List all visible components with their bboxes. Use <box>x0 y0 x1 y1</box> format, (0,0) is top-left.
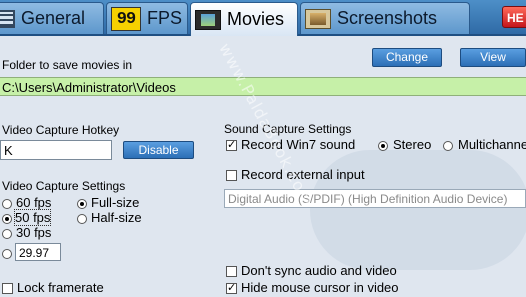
fps-icon: 99 <box>111 6 141 31</box>
lock-framerate-checkbox[interactable] <box>2 283 13 294</box>
fps-50-label: 50 fps <box>13 209 52 226</box>
folder-path-field[interactable]: C:\Users\Administrator\Videos <box>0 77 526 96</box>
tab-bar: General 99 FPS Movies Screenshots HE <box>0 0 526 36</box>
tab-screenshots[interactable]: Screenshots <box>300 2 470 34</box>
fps-30-label: 30 fps <box>16 225 52 240</box>
video-settings-label: Video Capture Settings <box>2 179 126 193</box>
fps-60-radio[interactable] <box>2 199 12 209</box>
hide-cursor-label: Hide mouse cursor in video <box>241 280 399 295</box>
multichannel-label: Multichannel <box>458 137 526 152</box>
multichannel-radio[interactable] <box>443 141 453 151</box>
hotkey-label: Video Capture Hotkey <box>2 123 120 137</box>
hide-cursor-checkbox[interactable] <box>226 281 237 294</box>
tab-fps[interactable]: 99 FPS <box>106 2 188 34</box>
stereo-label: Stereo <box>393 137 432 152</box>
fps-30-radio[interactable] <box>2 229 12 239</box>
half-size-radio[interactable] <box>77 214 87 224</box>
movies-icon <box>195 9 221 30</box>
folder-label: Folder to save movies in <box>2 58 133 72</box>
lock-framerate-label: Lock framerate <box>17 280 104 295</box>
tab-general-label: General <box>21 8 86 28</box>
view-folder-button[interactable]: View <box>460 48 526 67</box>
half-size-label: Half-size <box>91 210 142 225</box>
change-folder-button[interactable]: Change <box>372 48 442 67</box>
tab-fps-label: FPS <box>147 8 183 28</box>
tab-movies-label: Movies <box>227 9 285 29</box>
screenshots-icon <box>305 8 331 29</box>
fps-50-radio[interactable] <box>2 214 12 224</box>
fps-custom-radio[interactable] <box>2 249 12 259</box>
tab-screenshots-label: Screenshots <box>337 8 438 28</box>
dont-sync-label: Don't sync audio and video <box>241 263 397 278</box>
help-button[interactable]: HE <box>502 6 526 28</box>
disable-hotkey-button[interactable]: Disable <box>123 141 194 159</box>
general-icon <box>0 9 15 28</box>
tab-movies[interactable]: Movies <box>190 2 298 36</box>
record-win7-checkbox[interactable] <box>226 138 237 151</box>
full-size-label: Full-size <box>91 195 140 210</box>
fps-60-label: 60 fps <box>16 195 52 210</box>
audio-device-select[interactable]: Digital Audio (S/PDIF) (High Definition … <box>224 189 526 208</box>
hotkey-input[interactable]: K <box>0 140 112 160</box>
tab-general[interactable]: General <box>0 2 104 34</box>
custom-fps-input[interactable]: 29.97 <box>15 243 61 261</box>
sound-settings-label: Sound Capture Settings <box>224 122 352 136</box>
full-size-radio[interactable] <box>77 199 87 209</box>
dont-sync-checkbox[interactable] <box>226 266 237 277</box>
record-win7-label: Record Win7 sound <box>241 137 356 152</box>
record-external-checkbox[interactable] <box>226 170 237 181</box>
stereo-radio[interactable] <box>378 141 388 151</box>
